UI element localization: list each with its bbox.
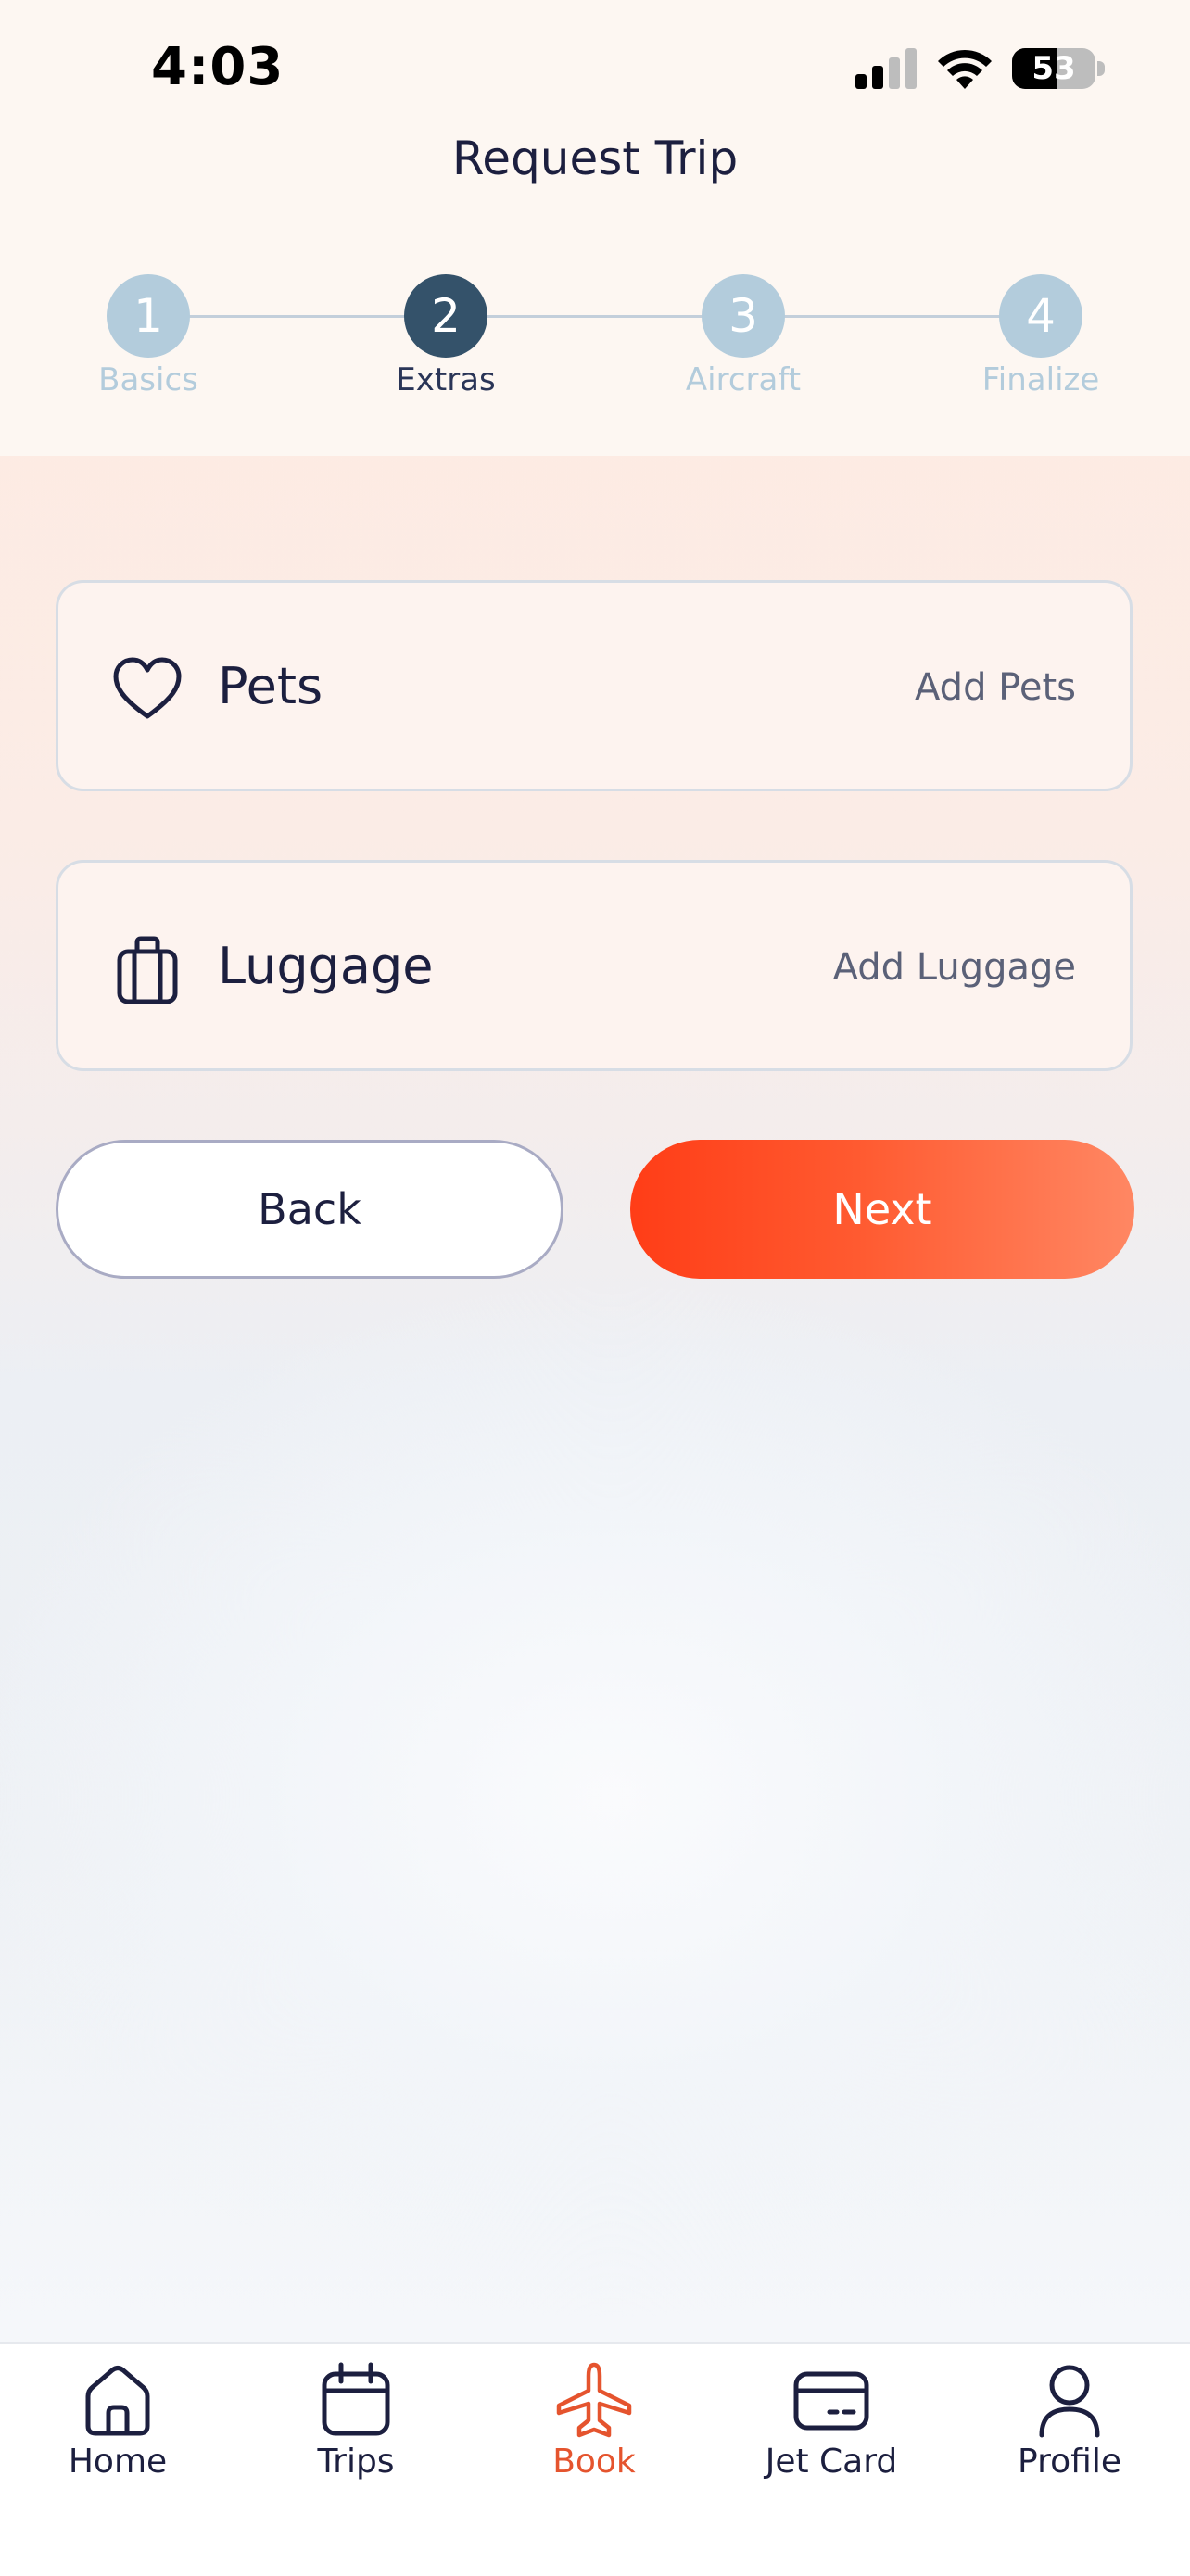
header: 4:03 53 Request Trip 1 Basics 2 Extras 3… (0, 0, 1190, 456)
step-label: Finalize (981, 361, 1100, 398)
status-time: 4:03 (151, 37, 285, 97)
add-luggage-link[interactable]: Add Luggage (833, 946, 1076, 989)
tab-label: Jet Card (765, 2443, 898, 2481)
briefcase-icon (117, 936, 178, 1004)
step-number: 2 (404, 274, 487, 358)
home-icon (85, 2366, 150, 2436)
step-number: 1 (107, 274, 190, 358)
tab-book[interactable]: Book (501, 2361, 687, 2481)
add-pets-link[interactable]: Add Pets (915, 666, 1076, 709)
stepper-track (148, 315, 1042, 318)
step-label: Extras (396, 361, 496, 398)
tab-label: Trips (317, 2443, 395, 2481)
step-extras[interactable]: 2 Extras (372, 274, 520, 398)
airplane-icon (556, 2362, 632, 2438)
calendar-icon (322, 2362, 390, 2436)
tab-profile[interactable]: Profile (977, 2361, 1162, 2481)
wifi-icon (938, 49, 992, 89)
tab-home[interactable]: Home (25, 2361, 210, 2481)
battery-percent: 53 (1032, 50, 1076, 87)
tab-label: Home (68, 2443, 168, 2481)
luggage-label: Luggage (218, 937, 434, 995)
step-label: Aircraft (685, 361, 802, 398)
tab-trips[interactable]: Trips (263, 2361, 449, 2481)
pets-label: Pets (218, 657, 323, 715)
step-number: 3 (702, 274, 785, 358)
next-button[interactable]: Next (630, 1140, 1134, 1279)
cellular-signal-icon (855, 48, 917, 89)
battery-icon: 53 (1012, 48, 1095, 89)
pets-card[interactable]: Pets Add Pets (56, 580, 1133, 791)
step-basics[interactable]: 1 Basics (74, 274, 222, 398)
tab-label: Profile (1018, 2443, 1121, 2481)
step-label: Basics (98, 361, 198, 398)
tab-bar: Home Trips Book Jet Card Profile (0, 2342, 1190, 2576)
tab-label: Book (552, 2443, 636, 2481)
step-finalize[interactable]: 4 Finalize (967, 274, 1115, 398)
battery-tip (1097, 61, 1105, 76)
heart-icon (113, 657, 182, 719)
step-aircraft[interactable]: 3 Aircraft (669, 274, 817, 398)
tab-jet-card[interactable]: Jet Card (739, 2361, 924, 2481)
step-number: 4 (999, 274, 1082, 358)
back-button[interactable]: Back (56, 1140, 563, 1279)
luggage-card[interactable]: Luggage Add Luggage (56, 860, 1133, 1071)
page-title: Request Trip (451, 132, 739, 185)
card-icon (793, 2371, 869, 2431)
person-icon (1039, 2365, 1100, 2438)
